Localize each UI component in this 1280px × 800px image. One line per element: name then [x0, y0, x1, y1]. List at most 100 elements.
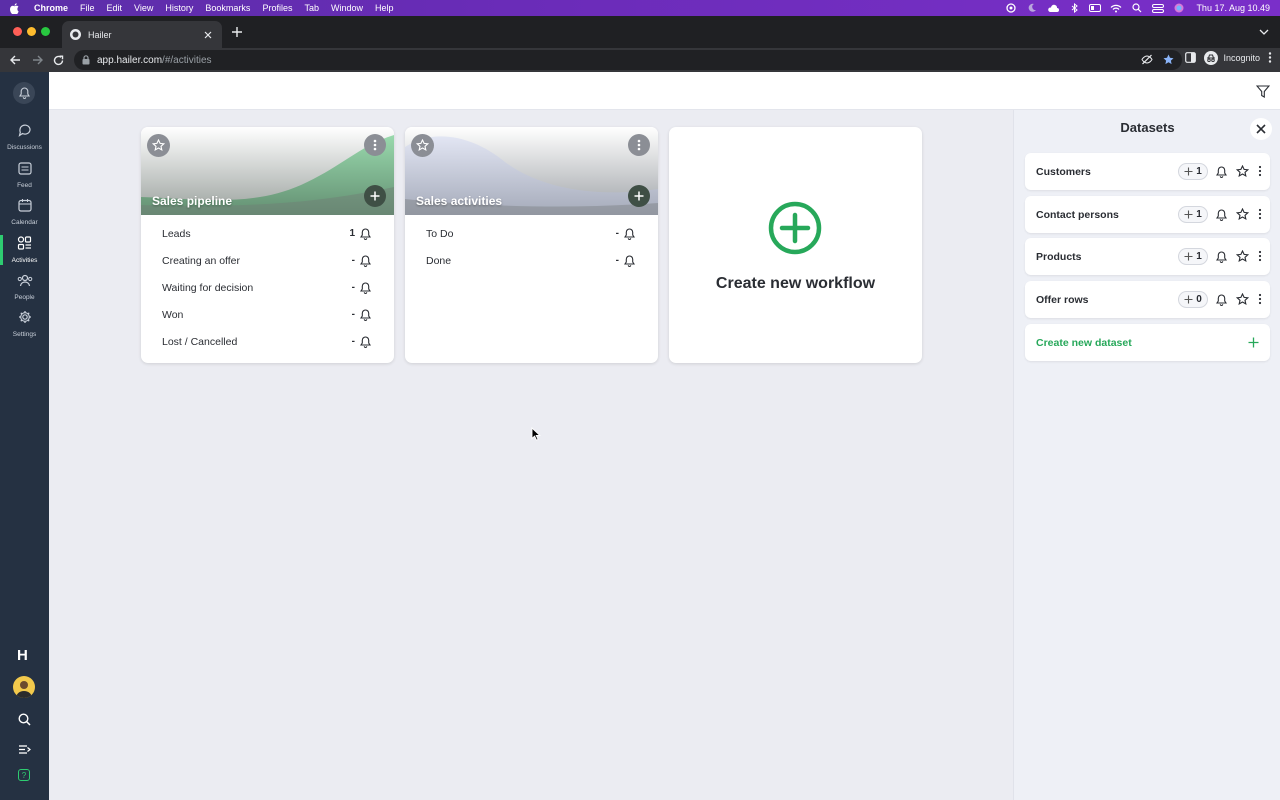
menu-window[interactable]: Window [331, 3, 363, 13]
workflow-card-sales-activities[interactable]: Sales activities To Do - Done - [405, 127, 658, 363]
sidebar-item-people[interactable]: People [0, 270, 49, 304]
apple-icon[interactable] [10, 2, 20, 14]
phase-row-creating-an-offer[interactable]: Creating an offer - [141, 247, 394, 274]
menu-tab[interactable]: Tab [304, 3, 319, 13]
add-activity-plus-icon[interactable] [628, 185, 650, 207]
create-plus-circle-icon[interactable] [768, 201, 822, 255]
add-dataset-item-button[interactable]: 1 [1178, 206, 1208, 223]
chrome-menu-kebab-icon[interactable] [1268, 51, 1272, 65]
dataset-row-contact-persons[interactable]: Contact persons 1 [1025, 196, 1270, 233]
browser-tab-hailer[interactable]: Hailer [62, 21, 222, 48]
phase-bell-icon[interactable] [359, 227, 372, 240]
menu-file[interactable]: File [80, 3, 95, 13]
help-icon[interactable]: ? [18, 769, 30, 781]
expand-menu-icon[interactable] [17, 742, 31, 756]
dataset-star-icon[interactable] [1235, 249, 1249, 263]
forward-arrow-icon[interactable] [31, 54, 43, 66]
hailer-logo[interactable]: H [17, 647, 28, 664]
battery-icon[interactable] [1089, 3, 1102, 13]
dataset-more-icon[interactable] [1256, 207, 1264, 221]
incognito-chip[interactable]: Incognito [1204, 51, 1260, 65]
bookmark-star-icon[interactable] [1163, 54, 1174, 68]
menubar-clock[interactable]: Thu 17. Aug 10.49 [1196, 3, 1270, 13]
window-close-button[interactable] [13, 27, 22, 36]
phase-bell-icon[interactable] [623, 254, 636, 267]
phase-row-done[interactable]: Done - [405, 247, 658, 274]
user-avatar[interactable] [13, 676, 35, 698]
menu-edit[interactable]: Edit [107, 3, 123, 13]
wifi-icon[interactable] [1110, 3, 1122, 13]
browser-toolbar: app.hailer.com /#/activities Incognito [0, 48, 1280, 72]
add-activity-plus-icon[interactable] [364, 185, 386, 207]
dataset-star-icon[interactable] [1235, 292, 1249, 306]
phase-row-leads[interactable]: Leads 1 [141, 220, 394, 247]
url-path: /#/activities [162, 54, 212, 66]
workflow-more-icon[interactable] [364, 134, 386, 156]
reload-icon[interactable] [52, 54, 64, 66]
address-bar[interactable]: app.hailer.com /#/activities [74, 50, 1182, 70]
add-dataset-item-button[interactable]: 0 [1178, 291, 1208, 308]
create-workflow-card[interactable]: Create new workflow [669, 127, 922, 363]
dataset-bell-icon[interactable] [1215, 208, 1228, 221]
moon-icon[interactable] [1026, 3, 1038, 13]
cloud-icon[interactable] [1047, 3, 1060, 13]
sidebar-item-feed[interactable]: Feed [0, 158, 49, 192]
phase-row-won[interactable]: Won - [141, 301, 394, 328]
filter-icon[interactable] [1256, 84, 1270, 98]
dataset-more-icon[interactable] [1256, 164, 1264, 178]
new-tab-plus-icon[interactable] [230, 25, 244, 39]
dataset-more-icon[interactable] [1256, 249, 1264, 263]
bluetooth-icon[interactable] [1068, 3, 1080, 13]
phase-bell-icon[interactable] [359, 335, 372, 348]
menu-app-name[interactable]: Chrome [34, 3, 68, 13]
target-icon[interactable] [1005, 3, 1017, 13]
phase-bell-icon[interactable] [359, 281, 372, 294]
window-zoom-button[interactable] [41, 27, 50, 36]
eye-off-icon[interactable] [1141, 54, 1153, 68]
menu-help[interactable]: Help [375, 3, 394, 13]
dataset-bell-icon[interactable] [1215, 293, 1228, 306]
search-icon[interactable] [17, 712, 31, 726]
phase-bell-icon[interactable] [359, 308, 372, 321]
phase-row-lost-cancelled[interactable]: Lost / Cancelled - [141, 328, 394, 355]
sidebar-item-calendar[interactable]: Calendar [0, 195, 49, 229]
phase-bell-icon[interactable] [623, 227, 636, 240]
spotlight-search-icon[interactable] [1131, 3, 1143, 13]
menu-view[interactable]: View [134, 3, 153, 13]
tab-close-icon[interactable] [202, 29, 214, 41]
dataset-row-customers[interactable]: Customers 1 [1025, 153, 1270, 190]
phase-row-to-do[interactable]: To Do - [405, 220, 658, 247]
dataset-bell-icon[interactable] [1215, 250, 1228, 263]
favorite-star-icon[interactable] [147, 134, 170, 157]
phase-bell-icon[interactable] [359, 254, 372, 267]
add-dataset-item-button[interactable]: 1 [1178, 163, 1208, 180]
window-minimize-button[interactable] [27, 27, 36, 36]
dataset-star-icon[interactable] [1235, 164, 1249, 178]
tab-search-chevron-icon[interactable] [1258, 26, 1270, 38]
phase-row-waiting-for-decision[interactable]: Waiting for decision - [141, 274, 394, 301]
dataset-count: 1 [1196, 166, 1202, 177]
menu-profiles[interactable]: Profiles [262, 3, 292, 13]
dataset-more-icon[interactable] [1256, 292, 1264, 306]
dataset-star-icon[interactable] [1235, 207, 1249, 221]
create-dataset-button[interactable]: Create new dataset [1025, 324, 1270, 361]
menu-bookmarks[interactable]: Bookmarks [205, 3, 250, 13]
sidebar-item-discussions[interactable]: Discussions [0, 120, 49, 154]
control-center-icon[interactable] [1152, 3, 1165, 13]
dataset-row-offer-rows[interactable]: Offer rows 0 [1025, 281, 1270, 318]
sidebar-item-settings[interactable]: Settings [0, 307, 49, 341]
menu-history[interactable]: History [165, 3, 193, 13]
close-icon[interactable] [1250, 118, 1272, 140]
add-dataset-item-button[interactable]: 1 [1178, 248, 1208, 265]
siri-icon[interactable] [1173, 3, 1185, 13]
notifications-bell-icon[interactable] [13, 82, 35, 104]
lock-icon[interactable] [82, 55, 91, 65]
back-arrow-icon[interactable] [9, 54, 21, 66]
workflow-more-icon[interactable] [628, 134, 650, 156]
workflow-card-sales-pipeline[interactable]: Sales pipeline Leads 1 Creating an offer… [141, 127, 394, 363]
favorite-star-icon[interactable] [411, 134, 434, 157]
sidebar-item-activities[interactable]: Activities [0, 233, 49, 267]
dataset-bell-icon[interactable] [1215, 165, 1228, 178]
dataset-row-products[interactable]: Products 1 [1025, 238, 1270, 275]
side-panel-icon[interactable] [1185, 51, 1197, 65]
